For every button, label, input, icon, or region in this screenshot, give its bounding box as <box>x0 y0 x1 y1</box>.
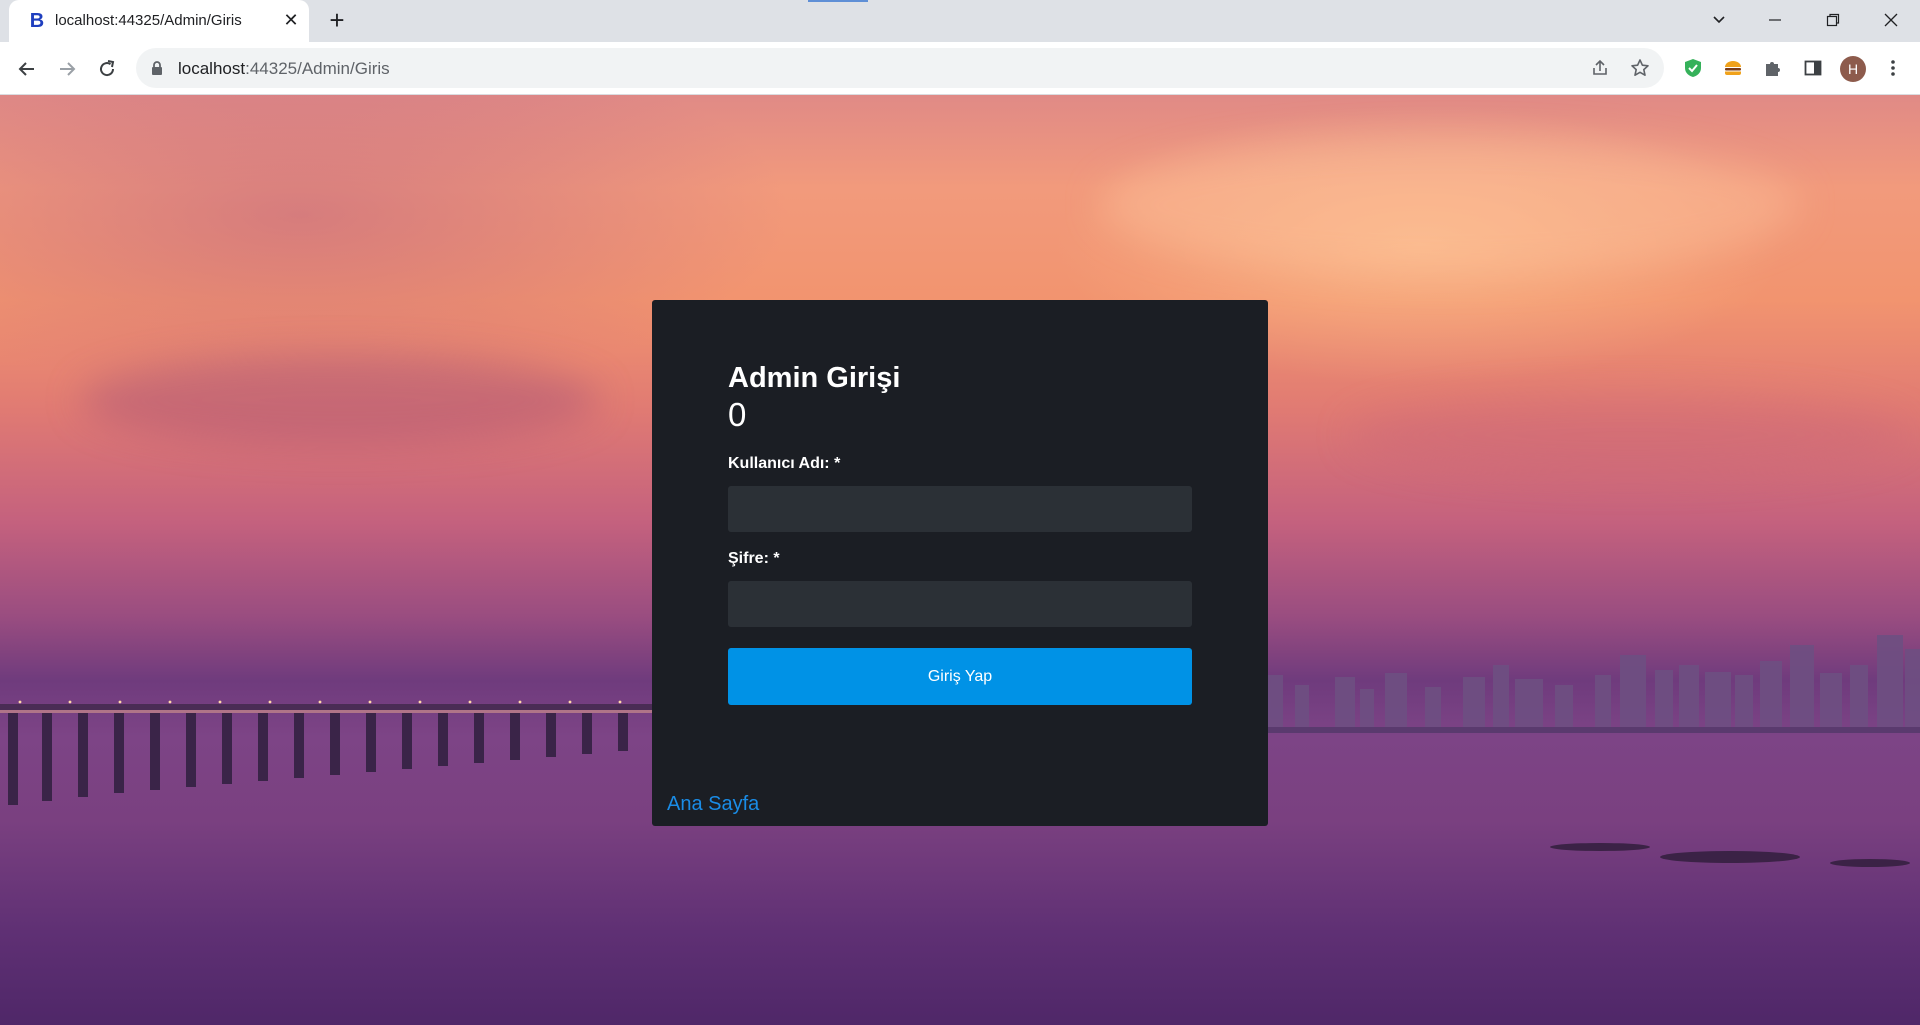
arrow-right-icon <box>60 62 76 76</box>
profile-avatar[interactable]: H <box>1840 56 1866 82</box>
page-title: Admin Girişi <box>728 362 901 394</box>
restore-icon <box>1826 13 1840 27</box>
password-label: Şifre: * <box>728 550 780 567</box>
login-card: Admin Girişi 0 Kullanıcı Adı: * Şifre: *… <box>652 300 1268 826</box>
shield-check-icon[interactable] <box>1680 55 1706 81</box>
password-input[interactable] <box>728 581 1192 627</box>
minimize-button[interactable] <box>1752 0 1798 40</box>
share-icon[interactable] <box>1589 57 1611 79</box>
site-favicon-icon: B <box>29 10 45 32</box>
tab-search-button[interactable] <box>1696 0 1742 40</box>
home-link[interactable]: Ana Sayfa <box>667 793 759 816</box>
close-window-button[interactable] <box>1868 0 1914 40</box>
username-label: Kullanıcı Adı: * <box>728 455 841 472</box>
browser-tab-strip: B localhost:44325/Admin/Giris ✕ + <box>0 0 1920 42</box>
chevron-down-icon <box>1713 16 1725 24</box>
address-bar[interactable]: localhost:44325/Admin/Giris <box>136 48 1664 88</box>
browser-toolbar: localhost:44325/Admin/Giris H <box>0 42 1920 95</box>
puzzle-icon[interactable] <box>1760 55 1786 81</box>
url-text[interactable]: localhost:44325/Admin/Giris <box>178 59 390 79</box>
close-icon <box>1884 13 1898 27</box>
arrow-left-icon <box>18 62 34 76</box>
forward-button[interactable] <box>53 55 81 83</box>
tab-title: localhost:44325/Admin/Giris <box>55 12 242 29</box>
star-icon[interactable] <box>1629 57 1651 79</box>
kebab-menu-icon[interactable] <box>1880 55 1906 81</box>
minimize-icon <box>1769 19 1781 21</box>
cloud-shape <box>1100 135 1800 275</box>
tab-strip-accent <box>808 0 868 2</box>
close-tab-icon[interactable]: ✕ <box>281 10 301 30</box>
reload-button[interactable] <box>93 55 121 83</box>
cloud-shape <box>1350 395 1910 475</box>
attempt-counter: 0 <box>728 396 747 433</box>
city-skyline-illustration <box>1265 635 1920 733</box>
cloud-shape <box>80 355 600 445</box>
restore-button[interactable] <box>1810 0 1856 40</box>
bridge-illustration <box>0 700 652 805</box>
reload-icon <box>100 60 115 77</box>
username-input[interactable] <box>728 486 1192 532</box>
lock-icon <box>152 61 162 75</box>
side-panel-icon[interactable] <box>1800 55 1826 81</box>
url-path: :44325/Admin/Giris <box>245 59 390 78</box>
new-tab-button[interactable]: + <box>325 7 349 33</box>
browser-tab[interactable]: B localhost:44325/Admin/Giris ✕ <box>9 0 309 42</box>
login-page-background: Admin Girişi 0 Kullanıcı Adı: * Şifre: *… <box>0 95 1920 1025</box>
url-host: localhost <box>178 59 246 78</box>
burger-icon[interactable] <box>1720 55 1746 81</box>
login-button[interactable]: Giriş Yap <box>728 648 1192 705</box>
back-button[interactable] <box>13 55 41 83</box>
rocks-illustration <box>1550 843 1910 867</box>
